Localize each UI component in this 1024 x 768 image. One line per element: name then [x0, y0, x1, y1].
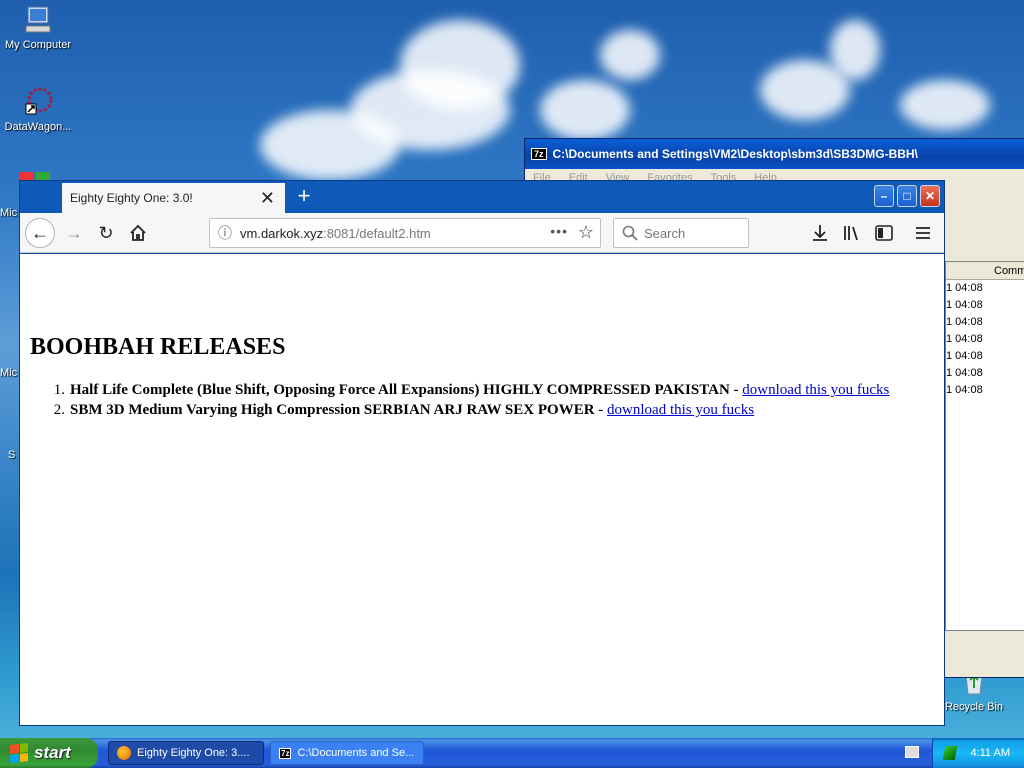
page-heading: BOOHBAH RELEASES — [30, 334, 286, 360]
reload-icon: ↻ — [98, 223, 114, 243]
bookmark-star-icon[interactable]: ☆ — [578, 222, 594, 243]
item-number: 1. — [53, 382, 65, 398]
page-actions-icon[interactable]: ••• — [550, 223, 568, 239]
info-icon[interactable]: ⓘ — [210, 223, 240, 243]
search-input[interactable]: Search — [613, 218, 749, 248]
item-text: Half Life Complete (Blue Shift, Opposing… — [70, 382, 730, 398]
list-item[interactable]: 1 04:08 — [946, 382, 1024, 399]
list-item: 1. Half Life Complete (Blue Shift, Oppos… — [30, 380, 890, 400]
keyboard-icon[interactable] — [905, 746, 919, 758]
search-placeholder: Search — [644, 225, 686, 241]
desktop-icon-label: Recycle Bin — [944, 701, 1004, 713]
computer-icon — [25, 6, 51, 33]
desktop-icon-label: DataWagon... — [4, 121, 72, 133]
desktop-icon-partial-2[interactable]: Mic — [0, 367, 20, 379]
taskbar-button-label: C:\Documents and Se... — [297, 747, 415, 759]
system-tray: 4:11 AM — [932, 738, 1024, 768]
hamburger-menu-icon — [916, 227, 930, 239]
column-header-comment[interactable]: Comm — [946, 262, 1024, 280]
taskbar-button-firefox[interactable]: Eighty Eighty One: 3.... — [108, 741, 264, 765]
desktop-icon-datawagon[interactable]: DataWagon... — [0, 86, 76, 133]
desktop-icon-my-computer[interactable]: My Computer — [0, 4, 76, 51]
7z-icon: 7z — [279, 747, 292, 759]
back-button[interactable]: ← — [25, 218, 55, 248]
taskbar-button-label: Eighty Eighty One: 3.... — [137, 747, 250, 759]
list-item: 2. SBM 3D Medium Varying High Compressio… — [30, 400, 889, 420]
desktop-icon-label: S — [8, 449, 16, 461]
windows-logo-icon — [10, 743, 28, 763]
maximize-button[interactable]: □ — [897, 185, 917, 207]
arrow-right-icon: → — [65, 223, 83, 243]
network-icon[interactable] — [943, 746, 958, 760]
download-link[interactable]: download this you fucks — [742, 380, 889, 400]
taskbar-button-7z[interactable]: 7z C:\Documents and Se... — [270, 741, 424, 765]
taskbar: start Eighty Eighty One: 3.... 7z C:\Doc… — [0, 738, 1024, 768]
library-button[interactable] — [839, 219, 865, 247]
sidebar-icon — [875, 225, 893, 241]
list-item[interactable]: 1 04:08 — [946, 365, 1024, 382]
desktop-icon-label: Mic — [0, 367, 18, 379]
list-item[interactable]: 1 04:08 — [946, 348, 1024, 365]
new-tab-button[interactable]: + — [292, 184, 316, 208]
start-label: start — [34, 743, 71, 762]
url-host: vm.darkok.xyz — [240, 225, 324, 241]
7z-title-bar[interactable]: 7z C:\Documents and Settings\VM2\Desktop… — [525, 139, 1024, 169]
desktop-icon-label: Mic — [0, 207, 18, 219]
list-item[interactable]: 1 04:08 — [946, 331, 1024, 348]
firefox-icon — [117, 746, 131, 760]
browser-title-bar[interactable]: Eighty Eighty One: 3.0! ✕ + – □ ✕ — [20, 181, 944, 213]
browser-tab[interactable]: Eighty Eighty One: 3.0! ✕ — [62, 183, 285, 213]
firefox-window[interactable]: Eighty Eighty One: 3.0! ✕ + – □ ✕ ← → ↻ … — [19, 180, 945, 726]
7z-window-title: C:\Documents and Settings\VM2\Desktop\sb… — [552, 147, 918, 161]
release-list: 1. Half Life Complete (Blue Shift, Oppos… — [30, 380, 890, 420]
library-icon — [844, 226, 858, 241]
download-link[interactable]: download this you fucks — [607, 400, 754, 420]
page-content: BOOHBAH RELEASES 1. Half Life Complete (… — [20, 254, 944, 725]
datawagon-icon — [25, 87, 53, 115]
list-item[interactable]: 1 04:08 — [946, 297, 1024, 314]
forward-button[interactable]: → — [60, 219, 88, 247]
list-item[interactable]: 1 04:08 — [946, 280, 1024, 297]
home-icon — [130, 224, 146, 241]
tab-title: Eighty Eighty One: 3.0! — [70, 191, 193, 205]
item-text: SBM 3D Medium Varying High Compression S… — [70, 402, 595, 418]
item-number: 2. — [53, 402, 65, 418]
menu-button[interactable] — [910, 219, 936, 247]
list-item[interactable]: 1 04:08 — [946, 314, 1024, 331]
start-button[interactable]: start — [0, 738, 98, 768]
item-separator: - — [594, 402, 608, 418]
url-bar[interactable]: ⓘ vm.darkok.xyz :8081/default2.htm ••• ☆ — [209, 218, 601, 248]
sidebar-button[interactable] — [871, 219, 897, 247]
minimize-button[interactable]: – — [874, 185, 894, 207]
clock[interactable]: 4:11 AM — [970, 747, 1010, 759]
close-button[interactable]: ✕ — [920, 185, 940, 207]
desktop-icon-label: My Computer — [4, 39, 72, 51]
7z-file-list[interactable]: Comm 1 04:08 1 04:08 1 04:08 1 04:08 1 0… — [945, 261, 1024, 631]
search-icon — [622, 225, 638, 241]
home-button[interactable] — [124, 219, 152, 247]
tab-close-icon[interactable]: ✕ — [260, 188, 275, 209]
arrow-left-icon: ← — [31, 223, 49, 243]
navigation-toolbar: ← → ↻ ⓘ vm.darkok.xyz :8081/default2.htm… — [20, 213, 944, 253]
item-separator: - — [729, 382, 743, 398]
7z-icon: 7z — [531, 148, 547, 160]
reload-button[interactable]: ↻ — [92, 219, 120, 247]
downloads-button[interactable] — [807, 219, 833, 247]
url-path: :8081/default2.htm — [323, 225, 431, 241]
desktop-icon-partial-1[interactable]: Mic — [0, 172, 50, 219]
download-icon — [813, 225, 827, 241]
